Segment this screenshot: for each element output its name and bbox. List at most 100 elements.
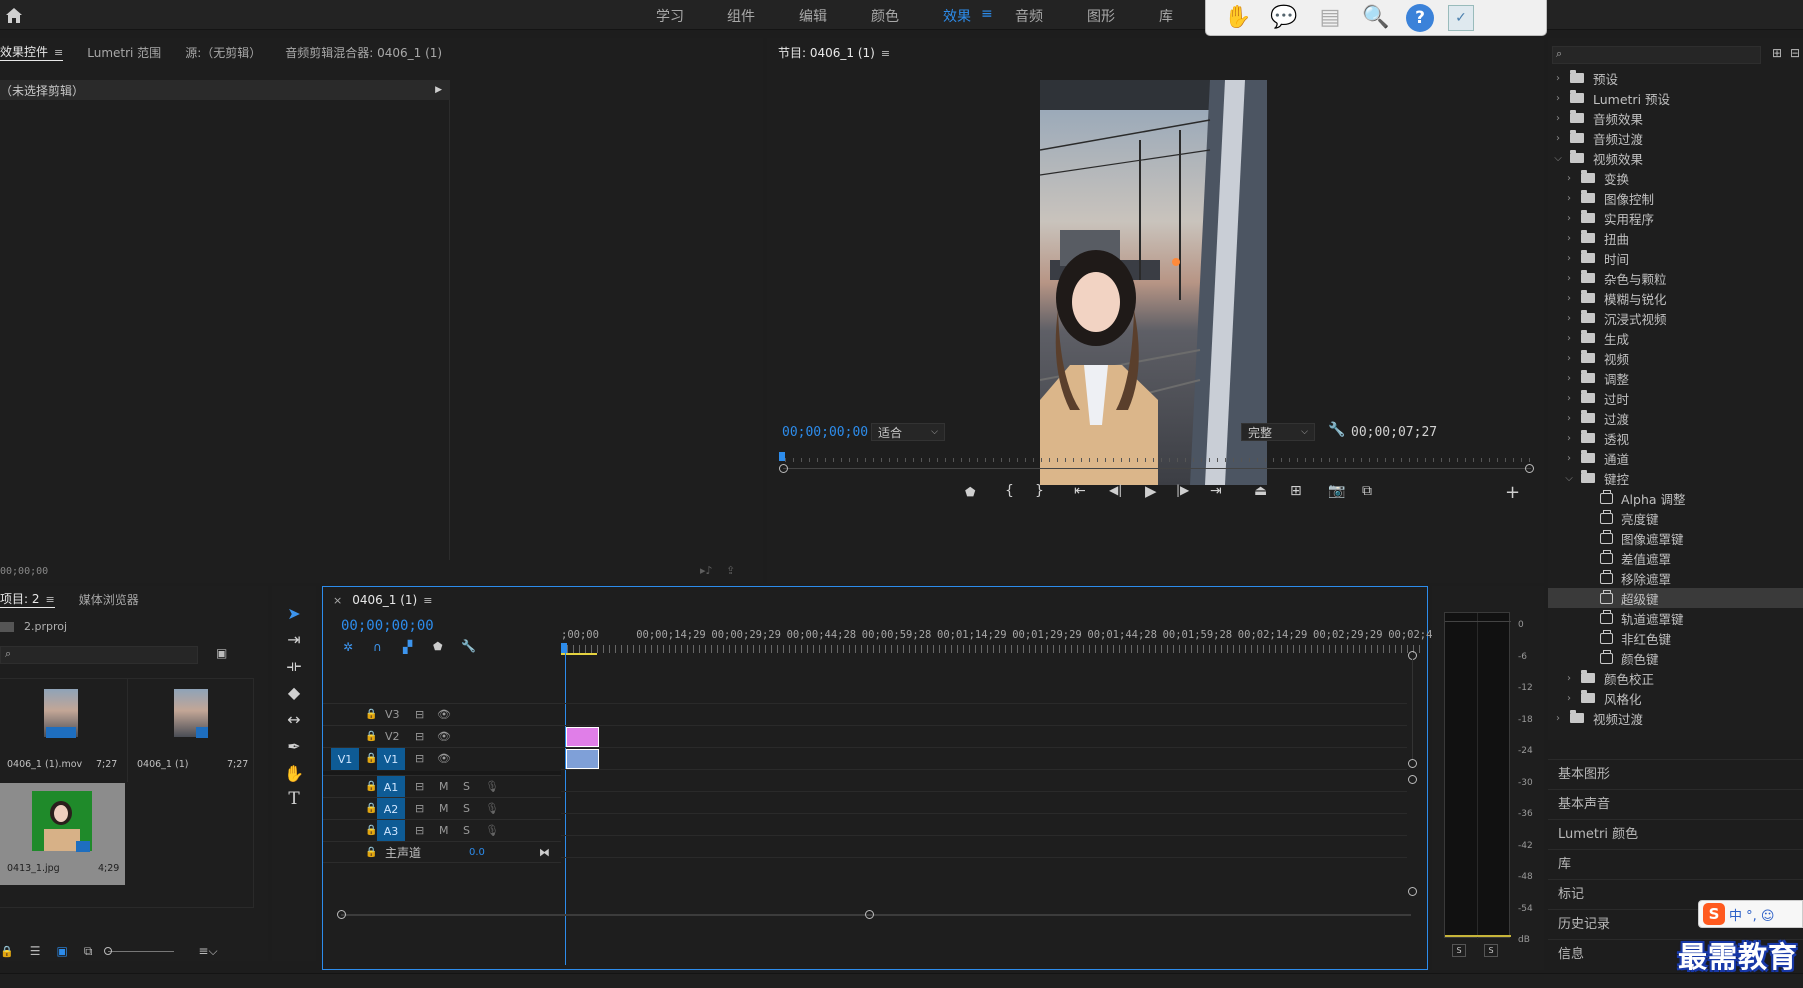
- eye-icon[interactable]: 👁: [437, 708, 451, 721]
- icon-view-icon[interactable]: ▣: [56, 944, 67, 958]
- workspace-menu-icon[interactable]: ≡: [981, 6, 993, 22]
- side-panel-item[interactable]: 基本声音: [1548, 789, 1803, 815]
- workspace-tab[interactable]: 组件: [727, 6, 755, 26]
- effect-item[interactable]: 颜色键: [1548, 648, 1803, 668]
- side-panel-item[interactable]: 基本图形: [1548, 759, 1803, 785]
- tab-lumetri-scopes[interactable]: Lumetri 范围: [87, 44, 161, 61]
- effect-item[interactable]: 超级键: [1548, 588, 1803, 608]
- tab-source[interactable]: 源:（无剪辑）: [185, 44, 261, 61]
- go-to-in-icon[interactable]: ⇤: [1074, 483, 1086, 499]
- chevron-right-icon[interactable]: ›: [1563, 213, 1575, 224]
- project-item-selected[interactable]: 0413_1.jpg 4;29: [0, 783, 125, 885]
- effects-folder[interactable]: › 风格化: [1548, 688, 1803, 708]
- effect-item[interactable]: Alpha 调整: [1548, 488, 1803, 508]
- project-search-input[interactable]: ⌕: [0, 646, 198, 664]
- hscroll-right-handle[interactable]: [865, 910, 874, 919]
- effects-folder[interactable]: › 沉浸式视频: [1548, 308, 1803, 328]
- chevron-right-icon[interactable]: ›: [1563, 293, 1575, 304]
- lock-icon[interactable]: 🔒: [365, 731, 377, 742]
- track-name[interactable]: V3: [385, 708, 400, 721]
- solo-left-button[interactable]: S: [1452, 944, 1466, 957]
- tab-media-browser[interactable]: 媒体浏览器: [79, 591, 139, 608]
- lock-icon[interactable]: 🔒: [365, 709, 377, 720]
- workspace-tab[interactable]: 学习: [656, 6, 684, 26]
- zoom-slider[interactable]: [104, 946, 175, 955]
- workspace-tab[interactable]: 图形: [1087, 6, 1115, 26]
- export-frame-camera-icon[interactable]: 📷: [1328, 483, 1345, 499]
- effect-item[interactable]: 亮度键: [1548, 508, 1803, 528]
- step-forward-icon[interactable]: |▶: [1176, 483, 1189, 497]
- chevron-right-icon[interactable]: ›: [1563, 453, 1575, 464]
- slip-tool-icon[interactable]: ↔: [272, 706, 316, 732]
- effects-folder[interactable]: › 过时: [1548, 388, 1803, 408]
- zoom-icon[interactable]: 🔍: [1360, 3, 1392, 33]
- hand-tool-icon[interactable]: ✋: [1222, 3, 1254, 33]
- chevron-right-icon[interactable]: ›: [1563, 273, 1575, 284]
- export-audio-icon[interactable]: ▸♪: [700, 564, 713, 577]
- effects-folder[interactable]: › 音频过渡: [1548, 128, 1803, 148]
- effects-folder[interactable]: › 杂色与颗粒: [1548, 268, 1803, 288]
- scroll-start-handle[interactable]: [779, 464, 788, 473]
- vscroll-audio-top[interactable]: [1408, 775, 1417, 784]
- selection-tool-icon[interactable]: ➤: [272, 600, 316, 626]
- add-button-icon[interactable]: +: [1505, 482, 1520, 503]
- mute-button[interactable]: M: [439, 824, 449, 837]
- mic-icon[interactable]: 🎙: [485, 780, 499, 793]
- solo-button[interactable]: S: [463, 780, 470, 793]
- fit-dropdown[interactable]: 适合 ⌵: [871, 423, 945, 441]
- sort-icon[interactable]: ≡⌵: [198, 944, 217, 959]
- effects-folder[interactable]: ⌵ 键控: [1548, 468, 1803, 488]
- 32bit-effects-icon[interactable]: ⊟: [1790, 46, 1800, 60]
- effects-folder[interactable]: › Lumetri 预设: [1548, 88, 1803, 108]
- ripple-edit-tool-icon[interactable]: ⟛: [272, 653, 316, 679]
- track-select-tool-icon[interactable]: ⇥: [272, 626, 316, 652]
- side-panel-item[interactable]: 库: [1548, 849, 1803, 875]
- workspace-tab[interactable]: 效果: [943, 6, 971, 26]
- lock-icon[interactable]: 🔒: [365, 753, 377, 764]
- effects-folder[interactable]: › 预设: [1548, 68, 1803, 88]
- freeform-view-icon[interactable]: ⧉: [84, 944, 93, 959]
- playhead-head[interactable]: [561, 643, 567, 653]
- mute-button[interactable]: M: [439, 780, 449, 793]
- linked-selection-icon[interactable]: ▞: [403, 640, 412, 654]
- side-panel-item[interactable]: Lumetri 颜色: [1548, 819, 1803, 845]
- hscroll-left-handle[interactable]: [337, 910, 346, 919]
- workspace-tab[interactable]: 颜色: [871, 6, 899, 26]
- work-area-bar[interactable]: [561, 653, 597, 655]
- project-item[interactable]: 0406_1 (1) 7;27: [127, 679, 252, 782]
- comparison-view-icon[interactable]: ⧉: [1362, 483, 1372, 499]
- mic-icon[interactable]: 🎙: [485, 824, 499, 837]
- page-icon[interactable]: ▤: [1314, 3, 1346, 33]
- comment-icon[interactable]: 💬: [1268, 3, 1300, 33]
- effects-folder[interactable]: › 扭曲: [1548, 228, 1803, 248]
- chevron-right-icon[interactable]: ›: [1552, 133, 1564, 144]
- chevron-right-icon[interactable]: ›: [1563, 673, 1575, 684]
- source-patch-v1[interactable]: V1: [331, 748, 359, 770]
- pin-icon[interactable]: ✓: [1448, 4, 1474, 31]
- chevron-right-icon[interactable]: ›: [1563, 413, 1575, 424]
- effects-folder[interactable]: › 图像控制: [1548, 188, 1803, 208]
- add-marker-icon[interactable]: ⬟: [433, 640, 443, 653]
- effects-folder[interactable]: › 调整: [1548, 368, 1803, 388]
- razor-tool-icon[interactable]: ◆: [272, 679, 316, 705]
- mark-in-icon[interactable]: {: [1005, 483, 1014, 499]
- project-item[interactable]: 0406_1 (1).mov 7;27: [0, 679, 125, 782]
- effects-folder[interactable]: › 视频: [1548, 348, 1803, 368]
- type-tool-icon[interactable]: T: [272, 786, 316, 812]
- sync-lock-icon[interactable]: ⊟: [415, 780, 424, 793]
- chevron-right-icon[interactable]: ›: [1563, 353, 1575, 364]
- solo-button[interactable]: S: [463, 824, 470, 837]
- effects-folder[interactable]: › 生成: [1548, 328, 1803, 348]
- workspace-tab[interactable]: 音频: [1015, 6, 1043, 26]
- home-icon[interactable]: [4, 6, 24, 24]
- chevron-right-icon[interactable]: ›: [1563, 693, 1575, 704]
- solo-right-button[interactable]: S: [1484, 944, 1498, 957]
- lock-icon[interactable]: 🔒: [365, 825, 377, 836]
- lock-icon[interactable]: 🔒: [365, 781, 377, 792]
- help-icon[interactable]: ?: [1406, 3, 1434, 32]
- lock-icon[interactable]: 🔒: [0, 945, 14, 958]
- effects-folder[interactable]: › 视频过渡: [1548, 708, 1803, 728]
- lock-icon[interactable]: 🔒: [365, 803, 377, 814]
- eye-icon[interactable]: 👁: [437, 730, 451, 743]
- chevron-down-icon[interactable]: ⌵: [1552, 153, 1564, 164]
